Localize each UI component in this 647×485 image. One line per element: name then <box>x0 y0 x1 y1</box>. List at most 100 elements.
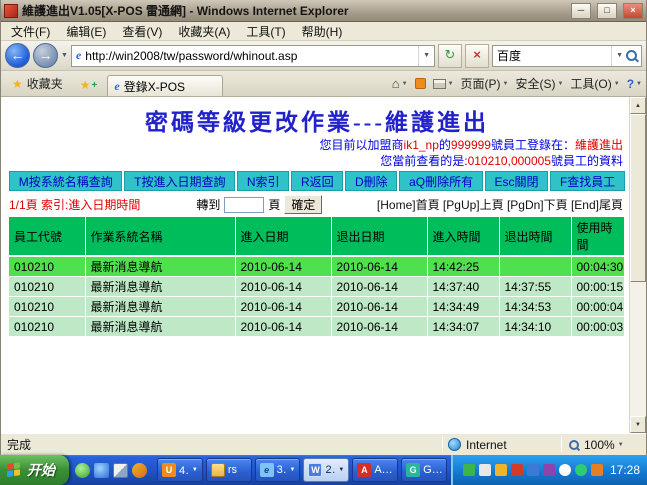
btn-find-employee[interactable]: F查找員工 <box>550 171 625 191</box>
titlebar[interactable]: 維護進出V1.05[X-POS 雷通網] - Windows Internet … <box>1 0 646 22</box>
menu-tools[interactable]: 工具(T) <box>238 21 293 42</box>
tray-icon-8[interactable] <box>575 464 587 476</box>
tools-menu-dropdown-icon: ▼ <box>614 81 620 87</box>
btn-close[interactable]: Esc關閉 <box>485 171 548 191</box>
task-buttons: U 4 新浪UC ▼ rs e 3 Interne... ▼ W 2 Micro… <box>153 458 451 482</box>
session-row[interactable]: 010210 最新消息導航 2010-06-14 2010-06-14 14:3… <box>9 277 625 297</box>
search-box[interactable]: ▼ <box>492 45 642 67</box>
safety-menu-button[interactable]: 安全(S) ▼ <box>515 75 563 92</box>
login-info-text: 您目前以加盟商 <box>320 138 404 152</box>
page-content: 密碼等級更改作業---維護進出 您目前以加盟商ik1_np的999999號員工登… <box>1 96 646 433</box>
scrollbar-track[interactable] <box>630 282 646 416</box>
tray-icon-9[interactable] <box>591 464 603 476</box>
quicklaunch-ie-icon[interactable] <box>94 463 109 478</box>
menu-file[interactable]: 文件(F) <box>3 21 58 42</box>
print-button[interactable]: ▼ <box>433 79 454 89</box>
cell: 最新消息導航 <box>85 317 235 337</box>
history-dropdown-icon[interactable]: ▼ <box>61 52 68 59</box>
tray-icon-3[interactable] <box>495 464 507 476</box>
search-dropdown-icon[interactable]: ▼ <box>611 46 623 66</box>
session-row[interactable]: 010210 最新消息導航 2010-06-14 2010-06-14 14:3… <box>9 317 625 337</box>
refresh-button[interactable]: ↻ <box>438 44 462 68</box>
start-label: 开始 <box>27 460 55 480</box>
add-favorite-button[interactable]: ★ + <box>73 76 105 96</box>
cell: 00:04:30 <box>571 256 625 277</box>
btn-delete-all[interactable]: aQ刪除所有 <box>399 171 482 191</box>
btn-index[interactable]: N索引 <box>237 171 289 191</box>
address-bar[interactable]: e ▼ <box>71 45 435 67</box>
tray-icon-6[interactable] <box>543 464 555 476</box>
navigation-bar: ← → ▼ e ▼ ↻ × ▼ <box>1 41 646 71</box>
search-input[interactable] <box>493 49 611 63</box>
security-zone: Internet <box>448 438 556 452</box>
scroll-up-icon[interactable]: ▲ <box>630 97 646 114</box>
login-info-text: 的 <box>439 138 451 152</box>
cell: 2010-06-14 <box>235 297 331 317</box>
app-icon <box>4 4 18 18</box>
tools-menu-button[interactable]: 工具(O) ▼ <box>570 75 619 92</box>
page-title: 密碼等級更改作業---維護進出 <box>9 103 625 137</box>
zoom-control[interactable]: 100% ▼ <box>567 438 643 452</box>
taskbar: 开始 U 4 新浪UC ▼ rs e 3 Interne... ▼ <box>0 455 647 485</box>
zoom-dropdown-icon[interactable]: ▼ <box>618 442 624 448</box>
task-group-dropdown-icon: ▼ <box>338 467 344 473</box>
tray-icon-5[interactable] <box>527 464 539 476</box>
task-sina-uc[interactable]: U 4 新浪UC ▼ <box>157 458 203 482</box>
menu-favorites[interactable]: 收藏夹(A) <box>170 21 238 42</box>
cell <box>499 256 571 277</box>
scroll-down-icon[interactable]: ▼ <box>630 416 646 433</box>
cell: 010210 <box>9 277 85 297</box>
maximize-button[interactable]: □ <box>597 3 617 19</box>
goto-page-input[interactable] <box>224 197 264 213</box>
confirm-button[interactable]: 確定 <box>284 195 322 214</box>
help-menu-button[interactable]: ? ▼ <box>627 77 642 91</box>
btn-search-by-system[interactable]: M按系統名稱查詢 <box>9 171 122 191</box>
taskbar-clock[interactable]: 17:28 <box>607 463 640 477</box>
task-internet-explorer[interactable]: e 3 Interne... ▼ <box>255 458 301 482</box>
favorites-button[interactable]: ★ 收藏夹 <box>5 73 70 96</box>
page-menu-button[interactable]: 页面(P) ▼ <box>461 75 509 92</box>
menu-edit[interactable]: 编辑(E) <box>58 21 114 42</box>
vertical-scrollbar[interactable]: ▲ ▼ <box>629 97 646 433</box>
task-adobe[interactable]: A Adobe Dr... <box>352 458 398 482</box>
screen: 維護進出V1.05[X-POS 雷通網] - Windows Internet … <box>0 0 647 485</box>
folder-icon <box>211 463 225 477</box>
task-rs-folder[interactable]: rs <box>206 458 252 482</box>
tray-icon-4[interactable] <box>511 464 523 476</box>
quicklaunch-show-desktop-icon[interactable] <box>113 463 128 478</box>
quicklaunch-messenger-icon[interactable] <box>75 463 90 478</box>
task-globalscape[interactable]: G GlobalSC... <box>401 458 447 482</box>
home-button[interactable]: ⌂ ▼ <box>392 76 408 91</box>
btn-search-by-date[interactable]: T按進入日期查詢 <box>124 171 235 191</box>
address-dropdown-icon[interactable]: ▼ <box>418 46 430 66</box>
minimize-button[interactable]: ─ <box>571 3 591 19</box>
task-microsoft-word[interactable]: W 2 Micros... ▼ <box>303 458 349 482</box>
tab-favicon-icon: e <box>114 79 119 94</box>
session-row[interactable]: 010210 最新消息導航 2010-06-14 2010-06-14 14:4… <box>9 256 625 277</box>
start-button[interactable]: 开始 <box>0 455 69 485</box>
globalscape-icon: G <box>406 463 420 477</box>
quicklaunch-media-icon[interactable] <box>132 463 147 478</box>
forward-button[interactable]: → <box>33 43 58 68</box>
btn-return[interactable]: R返回 <box>291 171 343 191</box>
feeds-button[interactable] <box>415 78 426 89</box>
session-row[interactable]: 010210 最新消息導航 2010-06-14 2010-06-14 14:3… <box>9 297 625 317</box>
tray-icon-1[interactable] <box>463 464 475 476</box>
btn-delete[interactable]: D刪除 <box>345 171 397 191</box>
close-button[interactable]: × <box>623 3 643 19</box>
tab-xpos-login[interactable]: e 登錄X-POS <box>107 75 223 96</box>
favorites-tab-bar: ★ 收藏夹 ★ + e 登錄X-POS ⌂ ▼ <box>1 71 646 96</box>
menu-help[interactable]: 帮助(H) <box>294 21 351 42</box>
menu-view[interactable]: 查看(V) <box>114 21 170 42</box>
cell: 最新消息導航 <box>85 297 235 317</box>
search-icon[interactable] <box>623 48 641 64</box>
scrollbar-thumb[interactable] <box>630 114 646 282</box>
back-button[interactable]: ← <box>5 43 30 68</box>
address-input[interactable] <box>85 49 414 63</box>
pager-status: 1/1頁 索引:進入日期時間 <box>9 196 140 213</box>
stop-button[interactable]: × <box>465 44 489 68</box>
cell: 14:42:25 <box>427 256 499 277</box>
tray-icon-7[interactable] <box>559 464 571 476</box>
tray-icon-2[interactable] <box>479 464 491 476</box>
cell: 2010-06-14 <box>235 277 331 297</box>
